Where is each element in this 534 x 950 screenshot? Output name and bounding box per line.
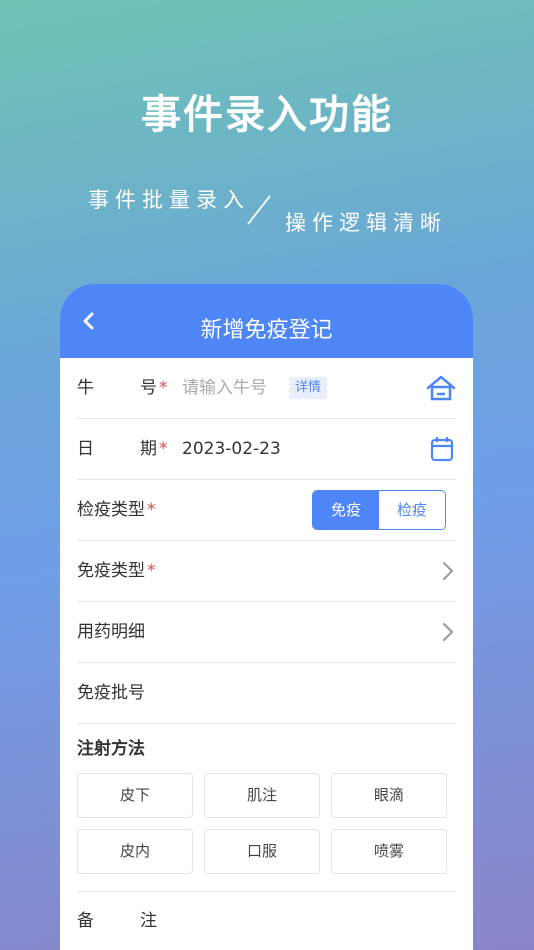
date-value[interactable]: 2023-02-23 (182, 419, 281, 479)
nav-bar: 新增免疫登记 (60, 284, 473, 358)
divider (77, 891, 456, 892)
toggle-quarantine[interactable]: 检疫 (379, 491, 445, 529)
hero-tag-batch: 事件批量录入 (88, 188, 250, 212)
chevron-right-icon (443, 562, 453, 580)
date-row: 日期 * 2023-02-23 (77, 419, 456, 480)
cow-number-row: 牛号 * 请输入牛号 详情 (77, 358, 456, 419)
immune-type-label: 免疫类型 * (77, 561, 156, 581)
toggle-immune[interactable]: 免疫 (313, 491, 379, 529)
option-eye-drop[interactable]: 眼滴 (331, 773, 447, 818)
hero-divider (247, 195, 271, 225)
chevron-right-icon (443, 623, 453, 641)
remark-label[interactable]: 备注 (77, 906, 157, 936)
date-label: 日期 * (77, 439, 168, 459)
option-spray[interactable]: 喷雾 (331, 829, 447, 874)
home-icon[interactable] (426, 375, 456, 401)
detail-button[interactable]: 详情 (289, 377, 328, 399)
cow-number-label: 牛号 * (77, 378, 168, 398)
option-oral[interactable]: 口服 (204, 829, 320, 874)
form-card: 新增免疫登记 牛号 * 请输入牛号 详情 日期 * 2023-02-23 检疫类… (60, 284, 473, 950)
page-title: 新增免疫登记 (200, 318, 333, 343)
hero-tag-logic: 操作逻辑清晰 (285, 211, 447, 235)
injection-method-title: 注射方法 (77, 739, 145, 759)
option-subcutaneous[interactable]: 皮下 (77, 773, 193, 818)
check-type-row: 检疫类型 * 免疫 检疫 (77, 480, 456, 541)
check-type-toggle: 免疫 检疫 (312, 490, 446, 530)
batch-number-row[interactable]: 免疫批号 (77, 663, 456, 724)
calendar-icon[interactable] (430, 436, 454, 462)
option-intradermal[interactable]: 皮内 (77, 829, 193, 874)
hero-title: 事件录入功能 (141, 92, 393, 138)
immune-type-row[interactable]: 免疫类型 * (77, 541, 456, 602)
option-intramuscular[interactable]: 肌注 (204, 773, 320, 818)
drug-detail-label: 用药明细 (77, 622, 145, 642)
cow-number-input[interactable]: 请输入牛号 (182, 358, 267, 418)
drug-detail-row[interactable]: 用药明细 (77, 602, 456, 663)
batch-number-label: 免疫批号 (77, 683, 145, 703)
check-type-label: 检疫类型 * (77, 500, 156, 520)
